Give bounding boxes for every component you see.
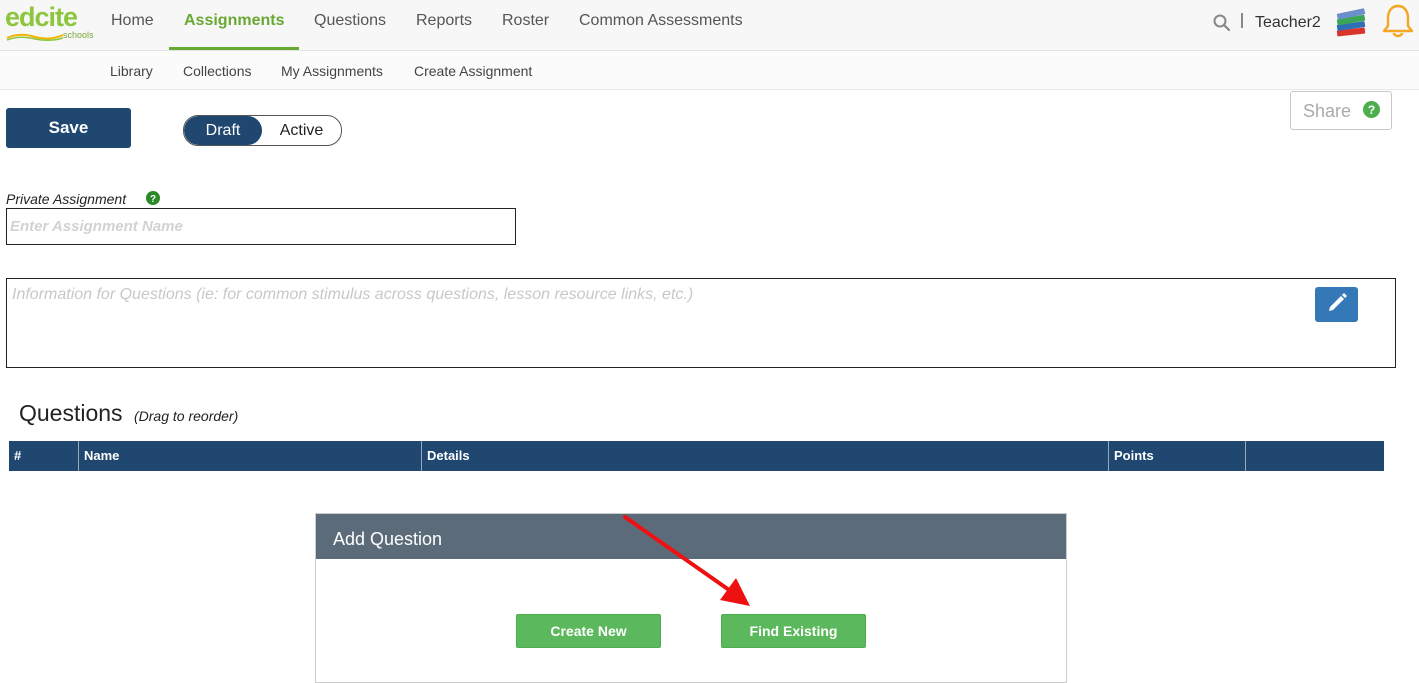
subnav-create-assignment[interactable]: Create Assignment	[414, 63, 532, 79]
nav-reports[interactable]: Reports	[416, 12, 472, 30]
questions-reorder-hint: (Drag to reorder)	[134, 408, 239, 424]
svg-text:edcite: edcite	[5, 2, 78, 32]
edit-info-button[interactable]	[1315, 287, 1358, 322]
status-draft-option[interactable]: Draft	[184, 116, 262, 145]
logo-subtitle: schools	[63, 30, 94, 40]
nav-questions[interactable]: Questions	[314, 12, 386, 30]
subnav-my-assignments[interactable]: My Assignments	[281, 63, 383, 79]
save-button[interactable]: Save	[6, 108, 131, 148]
info-placeholder: Information for Questions (ie: for commo…	[12, 286, 694, 303]
search-icon[interactable]	[1213, 14, 1231, 32]
svg-text:?: ?	[1368, 103, 1375, 117]
nav-active-indicator	[169, 47, 299, 50]
create-new-button[interactable]: Create New	[516, 614, 661, 648]
find-existing-button[interactable]: Find Existing	[721, 614, 866, 648]
sub-navbar: Library Collections My Assignments Creat…	[0, 51, 1419, 90]
question-info-textarea[interactable]: Information for Questions (ie: for commo…	[6, 278, 1396, 368]
assignment-name-input[interactable]	[6, 208, 516, 245]
share-button[interactable]: Share ?	[1290, 91, 1392, 130]
column-name: Name	[79, 441, 422, 471]
annotation-arrow-icon	[623, 515, 750, 606]
privacy-help-icon[interactable]: ?	[146, 191, 160, 205]
books-stack-icon[interactable]	[1334, 8, 1368, 38]
status-toggle[interactable]: Draft Active	[183, 115, 342, 146]
share-label: Share	[1303, 101, 1352, 121]
nav-divider	[1241, 13, 1243, 28]
column-actions	[1246, 441, 1384, 471]
subnav-collections[interactable]: Collections	[183, 63, 251, 79]
share-help-icon[interactable]: ?	[1363, 101, 1380, 118]
nav-assignments[interactable]: Assignments	[184, 12, 284, 30]
column-number: #	[9, 441, 79, 471]
questions-table-header: # Name Details Points	[9, 441, 1384, 471]
privacy-label: Private Assignment	[6, 191, 127, 207]
top-navbar: edcite schools Home Assignments Question…	[0, 0, 1419, 51]
column-points: Points	[1109, 441, 1246, 471]
subnav-library[interactable]: Library	[110, 63, 153, 79]
nav-home[interactable]: Home	[111, 12, 154, 30]
svg-text:?: ?	[150, 194, 156, 205]
status-active-option[interactable]: Active	[262, 116, 341, 145]
nav-roster[interactable]: Roster	[502, 12, 549, 30]
pencil-icon	[1329, 293, 1347, 311]
notification-bell-icon[interactable]	[1381, 3, 1415, 39]
column-details: Details	[422, 441, 1109, 471]
questions-title: Questions	[19, 400, 123, 426]
add-question-title: Add Question	[333, 529, 443, 549]
edcite-logo[interactable]: edcite schools	[5, 2, 95, 42]
nav-common-assessments[interactable]: Common Assessments	[579, 12, 743, 30]
user-name[interactable]: Teacher2	[1255, 14, 1321, 32]
